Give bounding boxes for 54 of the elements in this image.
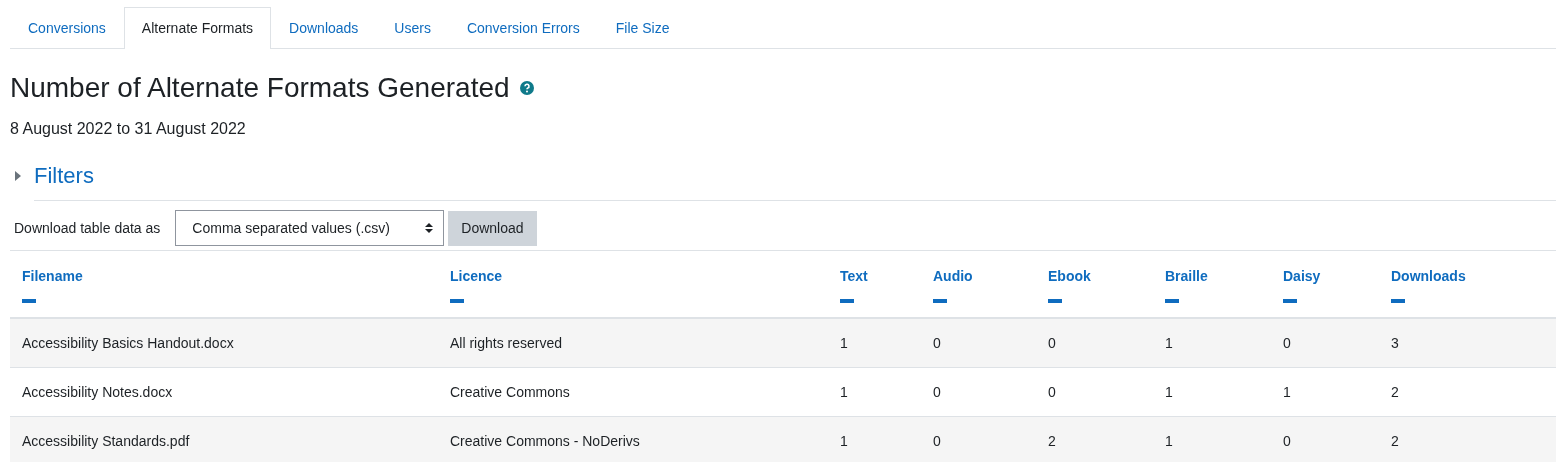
- column-header[interactable]: Daisy: [1283, 266, 1367, 287]
- table-cell: Accessibility Basics Handout.docx: [22, 335, 234, 351]
- filters-link[interactable]: Filters: [34, 159, 94, 192]
- table-cell: 1: [1283, 384, 1291, 400]
- table-cell: Creative Commons: [450, 384, 570, 400]
- collapse-icon[interactable]: [1283, 299, 1297, 303]
- table-cell: 1: [840, 384, 848, 400]
- column-header[interactable]: Text: [840, 266, 909, 287]
- format-select[interactable]: Comma separated values (.csv): [175, 210, 445, 246]
- table-cell: 1: [840, 433, 848, 449]
- table-cell: 1: [1165, 335, 1173, 351]
- table-cell: 3: [1391, 335, 1399, 351]
- table-cell: 2: [1048, 433, 1056, 449]
- page-heading: Number of Alternate Formats Generated: [10, 71, 510, 105]
- table-cell: 0: [933, 384, 941, 400]
- table-cell: All rights reserved: [450, 335, 563, 351]
- table-cell: 1: [1165, 384, 1173, 400]
- download-button[interactable]: Download: [448, 210, 537, 246]
- tab[interactable]: Downloads: [271, 7, 377, 49]
- column-header[interactable]: Filename: [22, 266, 426, 287]
- collapse-icon[interactable]: [1048, 299, 1062, 303]
- table-cell: 0: [1283, 433, 1291, 449]
- tab[interactable]: File Size: [597, 7, 688, 49]
- column-header[interactable]: Ebook: [1048, 266, 1141, 287]
- collapse-icon[interactable]: [22, 299, 36, 303]
- column-header[interactable]: Licence: [450, 266, 816, 287]
- table-cell: Accessibility Standards.pdf: [22, 433, 190, 449]
- tab[interactable]: Alternate Formats: [123, 7, 272, 49]
- table-cell: 1: [840, 335, 848, 351]
- table-cell: 0: [1048, 384, 1056, 400]
- download-label: Download table data as: [14, 218, 161, 238]
- date-range: 8 August 2022 to 31 August 2022: [10, 119, 247, 139]
- collapse-icon[interactable]: [1165, 299, 1179, 303]
- caret-icon: [425, 222, 434, 234]
- table-cell: 0: [933, 335, 941, 351]
- table-cell: 2: [1391, 384, 1399, 400]
- table-cell: 0: [1048, 335, 1056, 351]
- tab[interactable]: Users: [376, 7, 449, 49]
- collapse-icon[interactable]: [1391, 299, 1405, 303]
- help-icon[interactable]: [519, 81, 534, 95]
- table-cell: Creative Commons - NoDerivs: [450, 433, 640, 449]
- table-cell: 0: [1283, 335, 1291, 351]
- tab[interactable]: Conversion Errors: [448, 7, 598, 49]
- column-header[interactable]: Braille: [1165, 266, 1259, 287]
- table-cell: 1: [1165, 433, 1173, 449]
- collapse-icon[interactable]: [450, 299, 464, 303]
- column-header[interactable]: Audio: [933, 266, 1024, 287]
- table-cell: 2: [1391, 433, 1399, 449]
- collapse-icon[interactable]: [840, 299, 854, 303]
- collapse-icon[interactable]: [933, 299, 947, 303]
- table-cell: 0: [933, 433, 941, 449]
- column-header[interactable]: Downloads: [1391, 266, 1544, 287]
- tab[interactable]: Conversions: [10, 7, 124, 49]
- table-cell: Accessibility Notes.docx: [22, 384, 173, 400]
